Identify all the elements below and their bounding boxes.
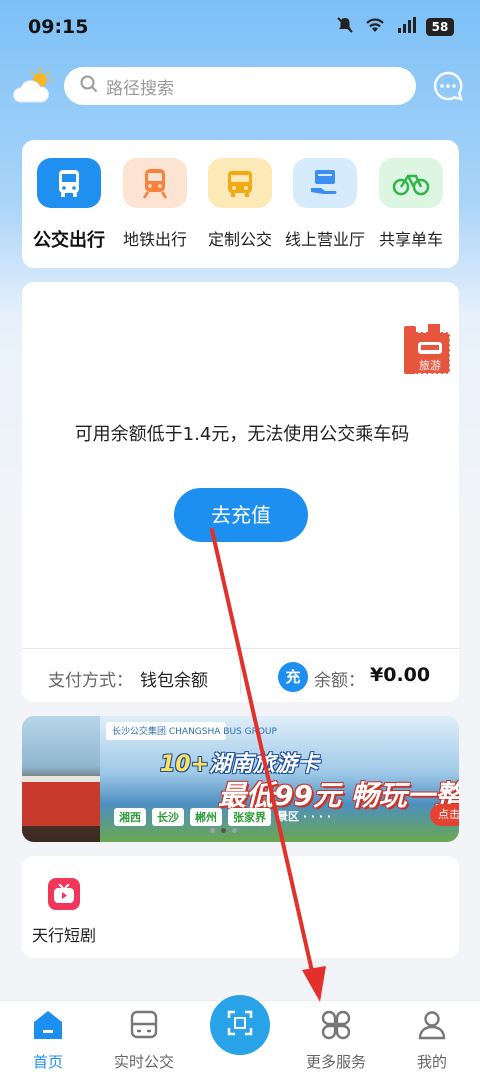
mini-app-card: 天行短剧 xyxy=(22,856,459,958)
banner-dot xyxy=(210,828,215,833)
entry-online-hall[interactable]: 线上营业厅 xyxy=(282,158,368,250)
balance-label: 余额： xyxy=(314,671,365,691)
online-hall-icon xyxy=(293,158,357,208)
scan-code-button[interactable] xyxy=(210,995,270,1055)
realtime-bus-icon xyxy=(126,1007,162,1043)
bottom-nav: 首页 实时公交 更多服务 我的 xyxy=(0,995,480,1072)
recharge-button[interactable]: 去充值 xyxy=(174,488,308,542)
more-services-icon xyxy=(318,1007,354,1043)
bus-code-card: 旅游 可用余额低于1.4元，无法使用公交乘车码 去充值 支付方式： 钱包余额 充… xyxy=(22,282,459,702)
entry-label: 线上营业厅 xyxy=(284,230,365,249)
entry-bus-travel[interactable]: 公交出行 xyxy=(26,158,112,252)
banner-dot-active xyxy=(221,828,226,833)
weather-icon[interactable] xyxy=(12,68,54,106)
entry-label: 共享单车 xyxy=(378,230,443,249)
wifi-icon xyxy=(364,16,386,38)
nav-more-services[interactable]: 更多服务 xyxy=(288,1007,384,1072)
status-time: 09:15 xyxy=(28,16,89,38)
search-icon xyxy=(80,75,98,97)
status-icons: 58 xyxy=(336,16,454,38)
nav-label: 实时公交 xyxy=(113,1053,174,1071)
banner-tag: 张家界 xyxy=(228,808,271,826)
tv-drama-icon[interactable] xyxy=(48,878,80,910)
signal-icon xyxy=(396,16,416,38)
nav-mine[interactable]: 我的 xyxy=(384,1007,480,1072)
status-bar: 09:15 58 xyxy=(0,0,480,56)
banner-dot xyxy=(232,828,237,833)
entry-label: 公交出行 xyxy=(33,230,105,251)
banner-tag: 长沙 xyxy=(152,808,184,826)
travel-stamp-icon[interactable]: 旅游 xyxy=(402,322,454,378)
entry-pointer xyxy=(58,258,76,268)
nav-label: 首页 xyxy=(32,1053,63,1071)
pay-method-label: 支付方式： xyxy=(48,671,133,691)
entry-metro-travel[interactable]: 地铁出行 xyxy=(112,158,198,250)
entry-shared-bike[interactable]: 共享单车 xyxy=(368,158,454,250)
quick-entry-card: 公交出行 地铁出行 定制公交 线上营业厅 共享单车 xyxy=(22,140,459,268)
promo-banner[interactable]: 长沙公交集团 CHANGSHA BUS GROUP 10+湖南旅游卡 最低99元… xyxy=(22,716,459,842)
travel-stamp-label: 旅游 xyxy=(419,358,441,372)
nav-home[interactable]: 首页 xyxy=(0,1007,96,1072)
banner-tags-suffix: 景区 · · · · xyxy=(277,810,332,823)
metro-icon xyxy=(123,158,187,208)
bike-icon xyxy=(379,158,443,208)
bus-icon xyxy=(37,158,101,208)
banner-title-prefix: 10+ xyxy=(160,752,210,777)
entry-label: 地铁出行 xyxy=(122,230,187,249)
app-label[interactable]: 天行短剧 xyxy=(32,922,96,946)
home-icon xyxy=(30,1007,66,1043)
custom-bus-icon xyxy=(208,158,272,208)
scan-icon xyxy=(226,1009,254,1041)
banner-tags: 湘西 长沙 郴州 张家界 景区 · · · · xyxy=(114,808,331,826)
battery-icon: 58 xyxy=(426,18,454,36)
pay-method-value[interactable]: 钱包余额 xyxy=(140,666,208,691)
user-icon xyxy=(414,1007,450,1043)
message-icon[interactable] xyxy=(432,70,464,102)
divider xyxy=(22,648,459,649)
search-placeholder: 路径搜索 xyxy=(106,78,174,99)
banner-logo: 长沙公交集团 CHANGSHA BUS GROUP xyxy=(112,727,277,737)
banner-tag: 湘西 xyxy=(114,808,146,826)
balance-warning: 可用余额低于1.4元，无法使用公交乘车码 xyxy=(74,424,410,445)
charge-icon[interactable]: 充 xyxy=(278,662,308,692)
nav-realtime-bus[interactable]: 实时公交 xyxy=(96,1007,192,1072)
banner-pagination xyxy=(210,828,237,833)
balance-value: ¥0.00 xyxy=(370,664,431,686)
mute-icon xyxy=(336,16,354,38)
divider xyxy=(240,658,241,694)
banner-bus-image xyxy=(22,776,100,826)
entry-custom-bus[interactable]: 定制公交 xyxy=(197,158,283,250)
entry-label: 定制公交 xyxy=(207,230,272,249)
nav-label: 我的 xyxy=(416,1053,447,1071)
search-input[interactable]: 路径搜索 xyxy=(64,67,416,105)
banner-click-button[interactable]: 点击 xyxy=(430,804,459,826)
banner-tag: 郴州 xyxy=(190,808,222,826)
nav-label: 更多服务 xyxy=(305,1053,366,1071)
